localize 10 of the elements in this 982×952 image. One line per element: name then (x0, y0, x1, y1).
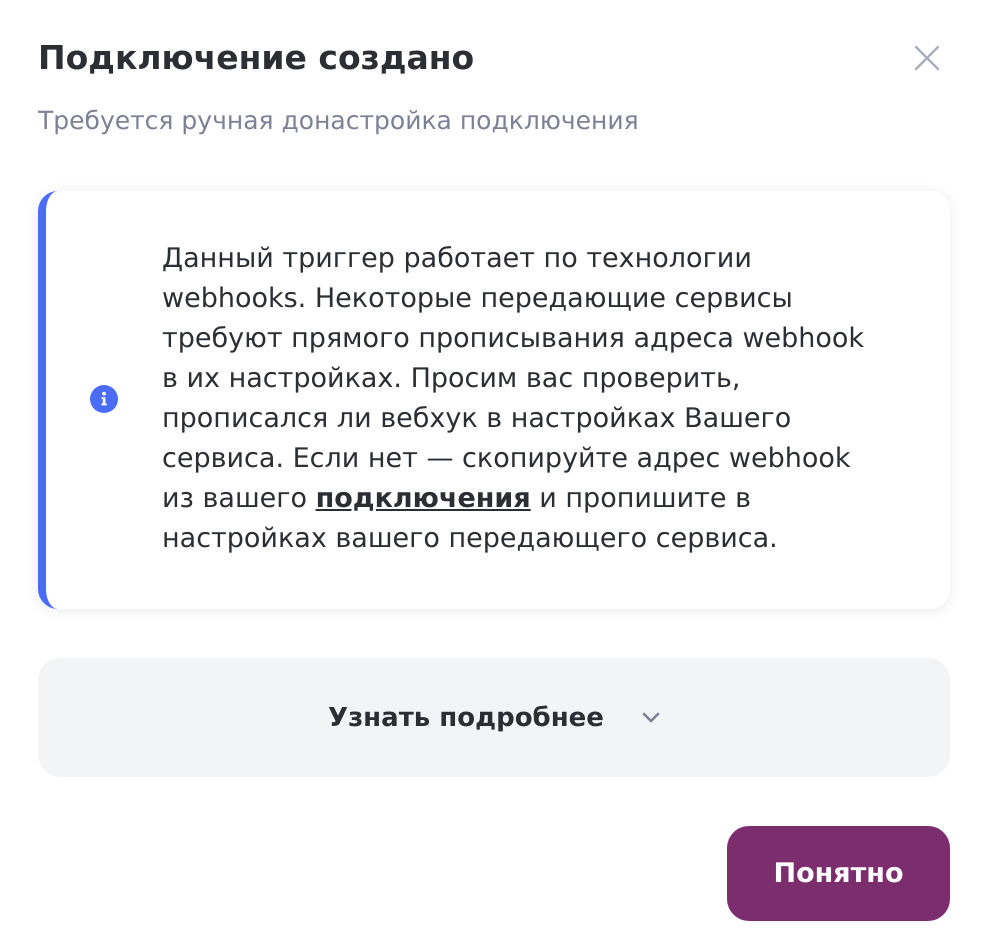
got-it-button[interactable]: Понятно (727, 826, 950, 921)
info-icon (90, 385, 118, 413)
close-button[interactable] (914, 45, 940, 71)
connection-link[interactable]: подключения (316, 483, 531, 514)
info-text: Данный триггер работает по технологии webhooks. Некоторые передающие сервисы требуют прямого прописывания адреса webhook в их настройках. Просим вас проверить, прописался ли вебхук в настройках Вашего сервиса. Если нет — скопируйте адрес webhook из вашего подключения и пропишите в настройках вашего передающего сервиса. (162, 242, 866, 556)
dialog-subtitle: Требуется ручная донастройка подключения (38, 105, 640, 137)
close-icon (914, 45, 940, 71)
dialog-title: Подключение создано (38, 37, 474, 79)
learn-more-toggle[interactable]: Узнать подробнее (38, 658, 950, 777)
chevron-down-icon (642, 712, 660, 724)
